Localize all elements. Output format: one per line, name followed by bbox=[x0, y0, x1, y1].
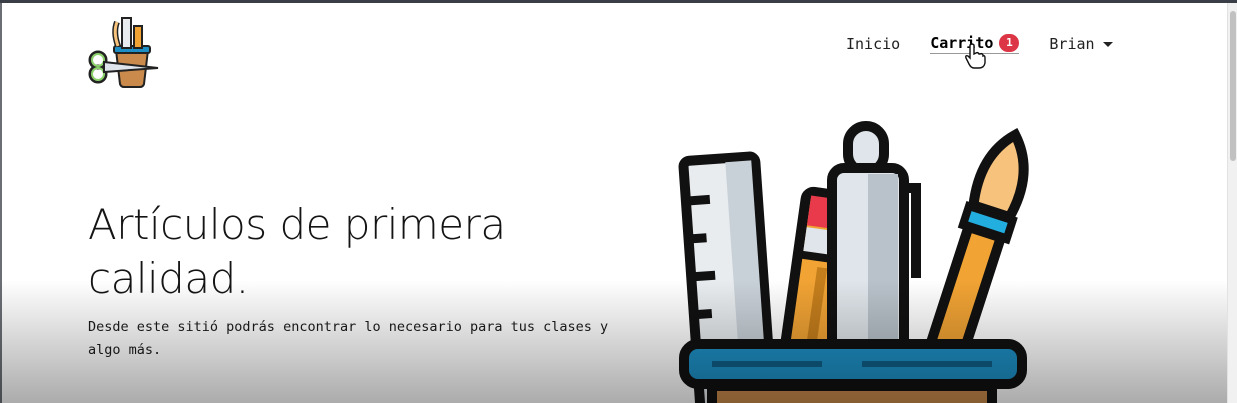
window-top-border bbox=[0, 0, 1237, 3]
nav-inicio[interactable]: Inicio bbox=[846, 35, 900, 53]
chevron-down-icon bbox=[1102, 42, 1113, 47]
hero-description: Desde este sitió podrás encontrar lo nec… bbox=[88, 319, 609, 358]
logo-icon[interactable] bbox=[86, 12, 166, 92]
nav-user-dropdown[interactable]: Brian bbox=[1049, 35, 1113, 53]
vertical-scrollbar[interactable] bbox=[1227, 3, 1237, 403]
window-left-border bbox=[0, 3, 2, 403]
user-name: Brian bbox=[1049, 35, 1095, 53]
hand-cursor-icon bbox=[965, 43, 986, 69]
hero-title: Artículos de primera calidad. bbox=[88, 200, 506, 303]
stationery-cup-illustration-icon bbox=[678, 121, 1029, 403]
cart-count-badge: 1 bbox=[999, 34, 1020, 52]
scrollbar-thumb[interactable] bbox=[1230, 11, 1236, 161]
